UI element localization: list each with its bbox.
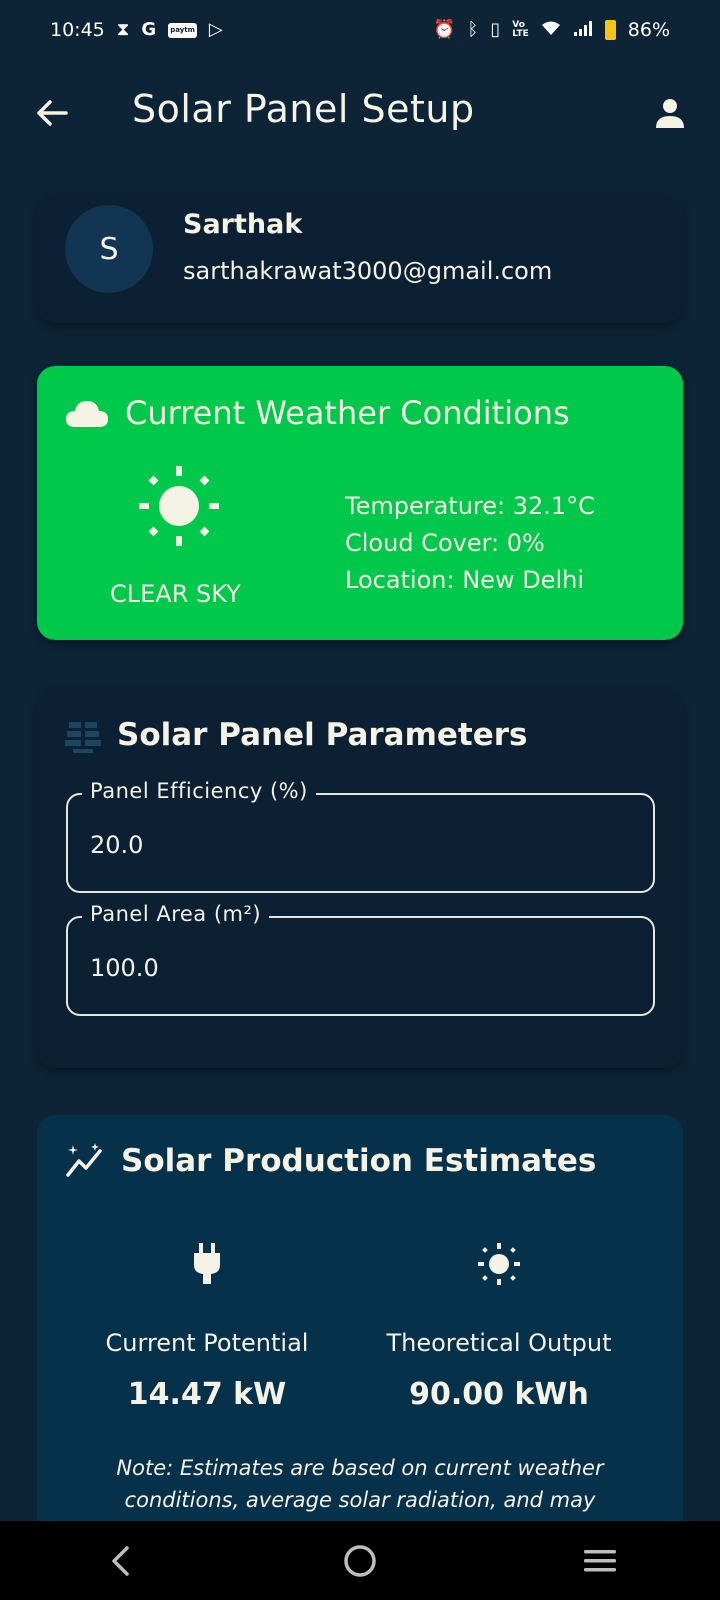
estimates-note: Note: Estimates are based on current wea…: [116, 1456, 604, 1512]
weather-condition: CLEAR SKY: [110, 580, 241, 608]
panel-area-input[interactable]: [90, 954, 630, 982]
app-bar: Solar Panel Setup: [0, 75, 720, 150]
back-button[interactable]: [32, 93, 72, 133]
theoretical-output-metric: Theoretical Output 90.00 kWh: [349, 1239, 649, 1412]
nav-recents-button[interactable]: [560, 1531, 640, 1591]
panel-area-field[interactable]: Panel Area (m²): [66, 902, 655, 1016]
signal-icon: [573, 19, 593, 41]
weather-header: Current Weather Conditions: [65, 394, 570, 432]
status-right: ⏰ ᛒ ▯ Vo LTE 86%: [433, 19, 670, 41]
paytm-icon: paytm: [168, 22, 197, 38]
alarm-icon: ⏰: [433, 19, 456, 40]
parameters-card: Solar Panel Parameters Panel Efficiency …: [37, 688, 683, 1068]
user-name: Sarthak: [183, 209, 303, 240]
theoretical-output-value: 90.00 kWh: [409, 1377, 589, 1412]
volte-icon: Vo LTE: [512, 20, 529, 39]
weather-title: Current Weather Conditions: [125, 394, 570, 432]
estimates-title: Solar Production Estimates: [121, 1143, 597, 1179]
google-icon: G: [141, 19, 157, 40]
vibrate-icon: ▯: [490, 19, 501, 40]
panel-efficiency-input[interactable]: [90, 831, 630, 859]
estimates-card: Solar Production Estimates Current Poten…: [37, 1115, 683, 1535]
trending-sparkle-icon: [66, 1143, 102, 1177]
hourglass-icon: ⧗: [116, 19, 130, 40]
weather-details: Temperature: 32.1°C Cloud Cover: 0% Loca…: [345, 488, 595, 599]
location-text: Location: New Delhi: [345, 566, 584, 594]
user-email: sarthakrawat3000@gmail.com: [183, 257, 553, 285]
theoretical-output-label: Theoretical Output: [386, 1329, 612, 1357]
arrow-back-icon: [37, 100, 68, 126]
profile-button[interactable]: [650, 93, 690, 133]
nav-home-button[interactable]: [320, 1531, 400, 1591]
current-potential-value: 14.47 kW: [127, 1377, 287, 1412]
panel-efficiency-label: Panel Efficiency (%): [82, 779, 316, 803]
system-nav-bar: [0, 1521, 720, 1600]
panel-area-label: Panel Area (m²): [82, 902, 270, 926]
battery-icon: [604, 20, 616, 40]
parameters-header: Solar Panel Parameters: [65, 716, 528, 754]
nav-back-icon: [112, 1545, 129, 1576]
current-potential-label: Current Potential: [105, 1329, 309, 1357]
status-left: 10:45 ⧗ G paytm ▷: [50, 19, 223, 41]
bluetooth-icon: ᛒ: [467, 19, 479, 40]
parameters-title: Solar Panel Parameters: [117, 717, 528, 753]
weather-card: Current Weather Conditions CLEAR SKY Tem…: [37, 366, 683, 640]
sun-icon: [139, 466, 219, 546]
play-icon: ▷: [208, 19, 223, 40]
nav-menu-icon: [584, 1549, 616, 1571]
wifi-icon: [541, 19, 561, 41]
nav-back-button[interactable]: [80, 1531, 160, 1591]
user-card: S Sarthak sarthakrawat3000@gmail.com: [37, 195, 683, 323]
battery-percent: 86%: [627, 19, 670, 41]
person-icon: [656, 99, 684, 128]
avatar: S: [65, 205, 153, 293]
nav-home-icon: [344, 1544, 376, 1577]
estimates-header: Solar Production Estimates: [65, 1143, 596, 1179]
solar-panel-icon: [65, 722, 101, 753]
panel-efficiency-field[interactable]: Panel Efficiency (%): [66, 779, 655, 893]
plug-icon: [194, 1243, 220, 1284]
cloud-cover-text: Cloud Cover: 0%: [345, 529, 545, 557]
cloud-icon: [66, 401, 108, 427]
status-bar: 10:45 ⧗ G paytm ▷ ⏰ ᛒ ▯ Vo LTE 86%: [0, 0, 720, 60]
page-title: Solar Panel Setup: [132, 87, 475, 131]
temperature-text: Temperature: 32.1°C: [345, 492, 595, 520]
sun-small-icon: [478, 1243, 520, 1285]
current-potential-metric: Current Potential 14.47 kW: [57, 1239, 357, 1412]
status-time: 10:45: [50, 19, 105, 41]
